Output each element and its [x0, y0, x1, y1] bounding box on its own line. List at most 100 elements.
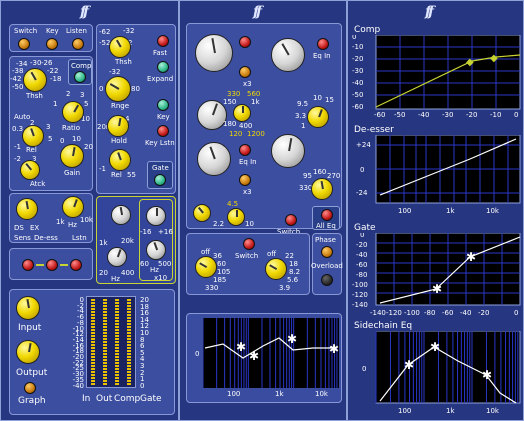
- svg-text:-10: -10: [352, 43, 363, 51]
- route-led-1[interactable]: [22, 259, 34, 271]
- svg-text:✱: ✱: [482, 368, 492, 382]
- gate-hold-knob[interactable]: [107, 115, 129, 137]
- gate-button[interactable]: Gate: [147, 161, 173, 189]
- eq-hmf-scale: 120: [229, 130, 243, 138]
- svg-text:100: 100: [398, 207, 411, 215]
- eq-in-led[interactable]: [317, 38, 329, 50]
- eq-node[interactable]: ✱: [249, 349, 259, 363]
- filter-freq-knob[interactable]: [146, 240, 166, 260]
- thsh-scale: -22: [47, 67, 59, 75]
- gain-label: Gain: [64, 169, 81, 177]
- rel-scale: -1: [14, 143, 21, 151]
- eq-lmf-q-knob[interactable]: [193, 204, 211, 222]
- svg-text:10k: 10k: [486, 207, 500, 215]
- output-knob[interactable]: [16, 340, 40, 364]
- eq-node[interactable]: ✱: [287, 332, 297, 346]
- svg-text:0: 0: [360, 166, 364, 174]
- ratio-knob[interactable]: [62, 101, 84, 123]
- meter-gate-label: Gate: [140, 394, 162, 404]
- phase-led[interactable]: [321, 246, 333, 258]
- input-knob[interactable]: [16, 296, 40, 320]
- eq-node[interactable]: ✱: [236, 340, 246, 354]
- eq-hmf-scale: 180: [223, 120, 237, 128]
- switch-label: Switch: [14, 27, 38, 35]
- eq-hf-gain-knob[interactable]: [271, 38, 305, 72]
- route-led-3[interactable]: [70, 259, 82, 271]
- comp-graph-title: Comp: [354, 25, 381, 35]
- hpf-knob[interactable]: [265, 258, 287, 280]
- eq-lmf-in-led[interactable]: [239, 144, 251, 156]
- eq-switch-led[interactable]: [285, 214, 297, 226]
- hpf-scale: 8.2: [289, 268, 301, 276]
- comp-threshold-knob[interactable]: [23, 68, 47, 92]
- expand-led[interactable]: [157, 61, 169, 73]
- x3-label: x3: [243, 188, 252, 196]
- filter-gain-knob[interactable]: [146, 206, 166, 226]
- gain-scale: 500: [158, 260, 172, 268]
- eq-lmf-freq-knob[interactable]: [227, 208, 245, 226]
- ds-label: DS: [14, 224, 24, 232]
- gate-thsh-label: Thsh: [115, 58, 132, 66]
- eq-lf-gain-knob[interactable]: [271, 134, 305, 168]
- svg-text:-10: -10: [490, 111, 501, 119]
- x3-label: x3: [243, 80, 252, 88]
- gate-threshold-knob[interactable]: [109, 36, 131, 58]
- auto-label: Auto: [14, 113, 31, 121]
- eq-hmf-x3-led[interactable]: [239, 66, 251, 78]
- svg-text:-80: -80: [356, 271, 367, 279]
- eq-hf-freq-knob[interactable]: [307, 106, 329, 128]
- eq-x-label: 100: [227, 390, 241, 398]
- routing-section: [9, 248, 93, 280]
- deess-sens-knob[interactable]: [16, 198, 38, 220]
- route-led-2[interactable]: [46, 259, 58, 271]
- eq-lf-freq-knob[interactable]: [311, 178, 333, 200]
- comp-release-knob[interactable]: [22, 125, 44, 147]
- comp-key-led[interactable]: [46, 38, 58, 50]
- eq-lmf-x3-led[interactable]: [239, 174, 251, 186]
- gate-range-knob[interactable]: [105, 76, 131, 102]
- svg-text:-40: -40: [460, 309, 471, 317]
- gate-graph[interactable]: ✱ ✱ 0 -20 -40 -60 -80 -100 -120 -140 -140…: [350, 233, 522, 317]
- key-led[interactable]: [157, 99, 169, 111]
- comp-attack-knob[interactable]: [20, 160, 40, 180]
- eq-lmf-scale: 2.2: [213, 220, 225, 228]
- svg-text:-40: -40: [418, 111, 429, 119]
- gate-rel-label: Rel: [111, 171, 122, 179]
- hpf-freq-knob[interactable]: [111, 205, 131, 225]
- eq-in-label: Eq In: [239, 158, 257, 166]
- meter-right-tick: 0: [140, 381, 145, 390]
- eq-hmf-gain-knob[interactable]: [195, 34, 233, 72]
- fast-led[interactable]: [157, 35, 169, 47]
- sidechain-graph[interactable]: ✱ ✱ ✱ 0 100 1k 10k: [350, 331, 522, 417]
- eq-hmf-in-led[interactable]: [239, 36, 251, 48]
- gain-scale: +16: [158, 228, 173, 236]
- gate-thsh-scale: -62: [99, 28, 111, 36]
- comp-graph[interactable]: ◆ ◆ 0 -10 -20 -30 -40 -50 -60 -60 -50 -40…: [350, 35, 522, 119]
- deess-freq-knob[interactable]: [62, 196, 84, 218]
- eq-node[interactable]: ✱: [329, 342, 339, 356]
- sens-label: Sens: [14, 234, 31, 242]
- comp-meter: [115, 299, 119, 385]
- comp-gain-knob[interactable]: [60, 144, 84, 168]
- comp-listen-led[interactable]: [72, 38, 84, 50]
- eq-lf-scale: 270: [327, 172, 341, 180]
- hold-label: Hold: [111, 137, 127, 145]
- all-eq-button[interactable]: All Eq: [312, 206, 340, 230]
- meter-comp-label: Comp: [114, 394, 141, 404]
- hpf-q-knob[interactable]: [107, 247, 127, 267]
- key-listen-led[interactable]: [157, 125, 169, 137]
- svg-text:-80: -80: [424, 309, 435, 317]
- filter-switch-led[interactable]: [243, 238, 255, 250]
- eq-lmf-gain-knob[interactable]: [197, 142, 231, 176]
- comp-switch-led[interactable]: [18, 38, 30, 50]
- comp-button[interactable]: Comp: [68, 59, 92, 85]
- phase-section: Phase Overload: [311, 233, 343, 295]
- svg-text:-100: -100: [404, 309, 420, 317]
- eq-hf-scale: 9.5: [297, 100, 309, 108]
- ratio-scale: 3: [80, 91, 85, 99]
- svg-text:-60: -60: [442, 309, 453, 317]
- eq-graph: ✱ ✱ ✱ ✱: [203, 318, 339, 388]
- gate-release-knob[interactable]: [109, 149, 131, 171]
- svg-text:-50: -50: [352, 91, 363, 99]
- graph-led[interactable]: [24, 382, 36, 394]
